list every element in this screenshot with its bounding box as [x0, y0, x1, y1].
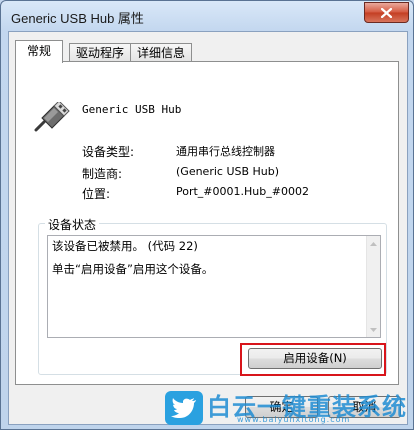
status-scrollbar[interactable] [366, 236, 380, 337]
device-status-label: 设备状态 [45, 216, 100, 233]
scroll-down-arrow-icon[interactable] [367, 323, 380, 336]
dialog-client-area: 常规 驱动程序 详细信息 Generic USB Hub 设备类型: 通用串行总… [8, 31, 408, 425]
tab-panel-general: Generic USB Hub 设备类型: 通用串行总线控制器 制造商: (Ge… [15, 61, 399, 385]
property-value: Port_#0001.Hub_#0002 [176, 185, 309, 198]
bird-logo-icon [165, 391, 203, 425]
window-title: Generic USB Hub 属性 [11, 11, 144, 26]
tab-general[interactable]: 常规 [15, 40, 63, 63]
properties-dialog: Generic USB Hub 属性 常规 驱动程序 详细信息 Generic … [0, 0, 414, 430]
property-label: 设备类型: [82, 145, 135, 159]
close-button[interactable] [364, 2, 409, 23]
property-value: 通用串行总线控制器 [176, 145, 275, 158]
status-message: 该设备已被禁用。 (代码 22) [52, 239, 198, 253]
watermark-url: www.baiyunxitong.com [237, 415, 351, 424]
device-status-group: 设备状态 该设备已被禁用。 (代码 22) 单击“启用设备”启用这个设备。 启用… [38, 216, 387, 376]
enable-device-button[interactable]: 启用设备(N) [248, 348, 382, 369]
property-value: (Generic USB Hub) [176, 165, 280, 178]
title-bar[interactable]: Generic USB Hub 属性 [1, 1, 413, 31]
device-name: Generic USB Hub [82, 103, 182, 116]
property-label: 制造商: [82, 167, 123, 181]
device-status-textbox[interactable]: 该设备已被禁用。 (代码 22) 单击“启用设备”启用这个设备。 [47, 235, 381, 338]
tab-details[interactable]: 详细信息 [130, 43, 192, 61]
close-icon [381, 7, 392, 18]
status-instruction: 单击“启用设备”启用这个设备。 [52, 262, 214, 276]
usb-plug-icon [34, 102, 70, 132]
property-label: 位置: [82, 187, 111, 201]
tab-driver[interactable]: 驱动程序 [69, 43, 131, 61]
scroll-up-arrow-icon[interactable] [367, 237, 380, 250]
